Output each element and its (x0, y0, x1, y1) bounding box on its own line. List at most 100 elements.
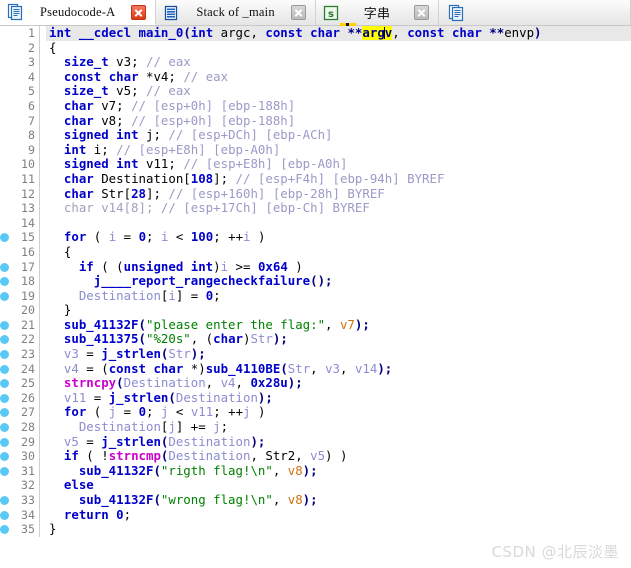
code-text[interactable]: size_t v5; // eax (46, 84, 631, 99)
code-text[interactable]: int __cdecl main_0(int argc, const char … (46, 26, 631, 41)
code-line[interactable]: 10 signed int v11; // [esp+E8h] [ebp-A0h… (0, 157, 631, 172)
code-text[interactable]: for ( j = 0; j < v11; ++j ) (46, 405, 631, 420)
code-text[interactable]: } (46, 522, 631, 537)
code-text[interactable]: v11 = j_strlen(Destination); (46, 391, 631, 406)
code-text[interactable]: signed int j; // [esp+DCh] [ebp-ACh] (46, 128, 631, 143)
code-line[interactable]: 9 int i; // [esp+E8h] [ebp-A0h] (0, 142, 631, 158)
close-icon[interactable] (290, 5, 306, 20)
code-text[interactable]: j____report_rangecheckfailure(); (46, 274, 631, 289)
code-token: [esp+DCh] [ebp-ACh] (190, 128, 333, 143)
code-line[interactable]: 17 if ( (unsigned int)i >= 0x64 ) (0, 259, 631, 275)
tab-strings[interactable]: s 字串 (315, 0, 440, 25)
code-line[interactable]: 15 for ( i = 0; i < 100; ++i ) (0, 230, 631, 245)
code-text[interactable]: { (46, 245, 631, 260)
code-line[interactable]: 11 char Destination[108]; // [esp+F4h] [… (0, 171, 631, 187)
code-line[interactable]: 1 int __cdecl main_0(int argc, const char… (0, 26, 631, 41)
code-line[interactable]: 8 signed int j; // [esp+DCh] [ebp-ACh] (0, 128, 631, 143)
code-token: ); (354, 317, 370, 332)
code-text[interactable]: Destination[j] += j; (46, 420, 631, 435)
tab-pseudocode-a[interactable]: Pseudocode-A (0, 0, 157, 25)
code-text[interactable]: return 0; (46, 508, 631, 523)
code-line[interactable]: 5 size_t v5; // eax (0, 84, 631, 99)
breakpoint-dot-icon[interactable] (0, 318, 11, 333)
code-line[interactable]: 28 Destination[j] += j; (0, 420, 631, 435)
tab-overflow-area[interactable] (439, 0, 476, 25)
code-line[interactable]: 35} (0, 522, 631, 537)
code-line[interactable]: 25 strncpy(Destination, v4, 0x28u); (0, 376, 631, 391)
code-line[interactable]: 22 sub_411375("%20s", (char)Str); (0, 332, 631, 348)
code-text[interactable]: sub_411375("%20s", (char)Str); (46, 332, 631, 347)
code-text[interactable]: char v7; // [esp+0h] [ebp-188h] (46, 99, 631, 114)
code-line[interactable]: 12 char Str[28]; // [esp+160h] [ebp-28h]… (0, 186, 631, 202)
code-line[interactable]: 19 Destination[i] = 0; (0, 288, 631, 304)
breakpoint-dot-icon[interactable] (0, 405, 11, 420)
code-text[interactable]: v4 = (const char *)sub_4110BE(Str, v3, v… (46, 362, 631, 377)
breakpoint-dot-icon[interactable] (0, 289, 11, 304)
code-line[interactable]: 18 j____report_rangecheckfailure(); (0, 274, 631, 289)
code-line[interactable]: 34 return 0; (0, 507, 631, 523)
code-line[interactable]: 30 if ( !strncmp(Destination, Str2, v5) … (0, 449, 631, 464)
code-line[interactable]: 16 { (0, 244, 631, 260)
breakpoint-dot-icon[interactable] (0, 493, 11, 508)
code-text[interactable]: else (46, 478, 631, 493)
code-text[interactable]: char Destination[108]; // [esp+F4h] [ebp… (46, 172, 631, 187)
code-text[interactable]: sub_41132F("wrong flag!\n", v8); (46, 493, 631, 508)
code-line[interactable]: 33 sub_41132F("wrong flag!\n", v8); (0, 493, 631, 508)
code-text[interactable]: char v8; // [esp+0h] [ebp-188h] (46, 114, 631, 129)
code-line[interactable]: 14 (0, 215, 631, 231)
breakpoint-dot-icon[interactable] (0, 449, 11, 464)
code-line[interactable]: 31 sub_41132F("rigth flag!\n", v8); (0, 463, 631, 479)
breakpoint-dot-icon[interactable] (0, 508, 11, 523)
code-text[interactable]: if ( !strncmp(Destination, Str2, v5) ) (46, 449, 631, 464)
code-text[interactable]: v5 = j_strlen(Destination); (46, 435, 631, 450)
code-line[interactable]: 7 char v8; // [esp+0h] [ebp-188h] (0, 113, 631, 129)
code-line[interactable]: 32 else (0, 478, 631, 493)
breakpoint-dot-icon[interactable] (0, 435, 11, 450)
selected-token: arg (362, 26, 385, 40)
breakpoint-dot-icon[interactable] (0, 362, 11, 377)
code-line[interactable]: 3 size_t v3; // eax (0, 55, 631, 70)
code-text[interactable]: signed int v11; // [esp+E8h] [ebp-A0h] (46, 157, 631, 172)
code-text[interactable]: } (46, 303, 631, 318)
breakpoint-dot-icon[interactable] (0, 391, 11, 406)
code-text[interactable]: v3 = j_strlen(Str); (46, 347, 631, 362)
breakpoint-dot-icon[interactable] (0, 332, 11, 347)
code-text[interactable]: Destination[i] = 0; (46, 289, 631, 304)
close-icon[interactable] (131, 4, 147, 20)
code-line[interactable]: 6 char v7; // [esp+0h] [ebp-188h] (0, 98, 631, 114)
code-line[interactable]: 13 char v14[8]; // [esp+17Ch] [ebp-Ch] B… (0, 201, 631, 216)
code-line[interactable]: 23 v3 = j_strlen(Str); (0, 347, 631, 362)
code-line[interactable]: 27 for ( j = 0; j < v11; ++j ) (0, 405, 631, 421)
code-text[interactable]: char Str[28]; // [esp+160h] [ebp-28h] BY… (46, 187, 631, 202)
breakpoint-dot-icon[interactable] (0, 260, 11, 275)
code-text[interactable] (46, 216, 631, 231)
pseudocode-editor[interactable]: 1 int __cdecl main_0(int argc, const char… (0, 26, 631, 568)
code-line[interactable]: 24 v4 = (const char *)sub_4110BE(Str, v3… (0, 361, 631, 377)
code-line[interactable]: 21 sub_41132F("please enter the flag:", … (0, 317, 631, 333)
breakpoint-dot-icon[interactable] (0, 274, 11, 289)
code-line[interactable]: 29 v5 = j_strlen(Destination); (0, 434, 631, 450)
breakpoint-dot-icon[interactable] (0, 464, 11, 479)
breakpoint-dot-icon[interactable] (0, 230, 11, 245)
breakpoint-dot-icon[interactable] (0, 376, 11, 391)
code-line[interactable]: 4 const char *v4; // eax (0, 69, 631, 85)
close-icon[interactable] (414, 5, 430, 20)
code-text[interactable]: strncpy(Destination, v4, 0x28u); (46, 376, 631, 391)
breakpoint-dot-icon[interactable] (0, 420, 11, 435)
code-text[interactable]: int i; // [esp+E8h] [ebp-A0h] (46, 143, 631, 158)
code-text[interactable]: sub_41132F("please enter the flag:", v7)… (46, 318, 631, 333)
code-text[interactable]: char v14[8]; // [esp+17Ch] [ebp-Ch] BYRE… (46, 201, 631, 216)
code-line[interactable]: 2{ (0, 40, 631, 56)
tab-stack-of-main[interactable]: Stack of _main (156, 0, 316, 25)
code-line[interactable]: 26 v11 = j_strlen(Destination); (0, 390, 631, 406)
code-text[interactable]: if ( (unsigned int)i >= 0x64 ) (46, 260, 631, 275)
code-text[interactable]: sub_41132F("rigth flag!\n", v8); (46, 464, 631, 479)
breakpoint-dot-icon[interactable] (0, 347, 11, 362)
code-token: 28 (131, 186, 146, 201)
code-text[interactable]: size_t v3; // eax (46, 55, 631, 70)
code-text[interactable]: { (46, 41, 631, 56)
code-line[interactable]: 20 } (0, 303, 631, 318)
code-text[interactable]: const char *v4; // eax (46, 70, 631, 85)
code-text[interactable]: for ( i = 0; i < 100; ++i ) (46, 230, 631, 245)
breakpoint-dot-icon[interactable] (0, 522, 11, 537)
